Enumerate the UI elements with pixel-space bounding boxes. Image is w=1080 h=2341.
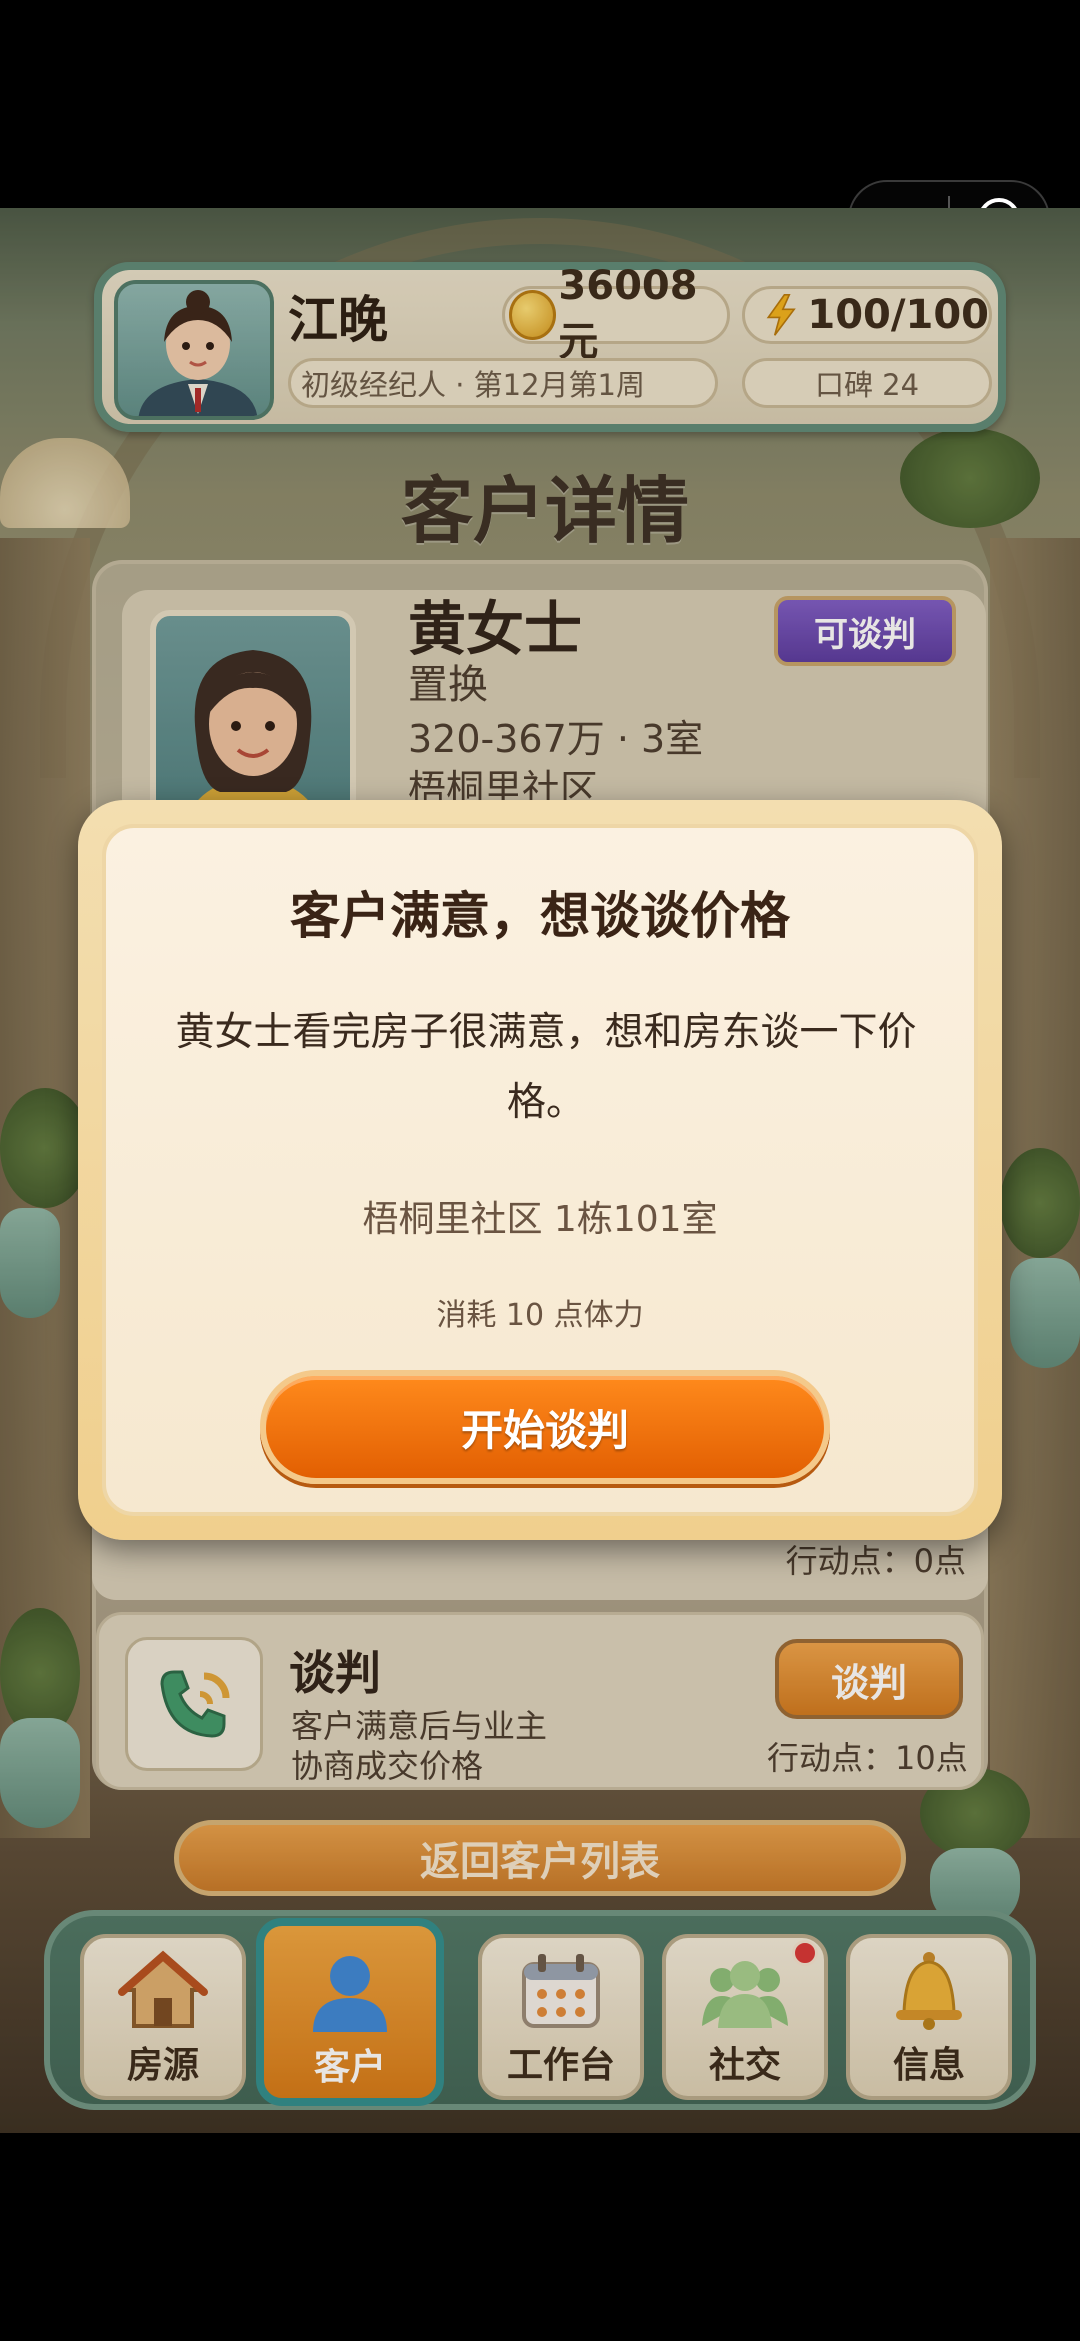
reputation-label: 口碑 24: [742, 358, 992, 408]
negotiate-desc-line2: 协商成交价格: [291, 1747, 484, 1785]
negotiate-action-points: 行动点：10点: [767, 1739, 968, 1777]
energy-value: 100/100: [807, 292, 989, 338]
bottom-nav: 房源 客户 工作台 社交 信息: [44, 1910, 1036, 2110]
screen: •●•: [0, 0, 1080, 2341]
nav-item-workbench[interactable]: 工作台: [478, 1934, 644, 2100]
person-icon: [313, 1956, 387, 2032]
plant-decoration: [0, 1088, 90, 1208]
vase-decoration: [0, 1208, 60, 1318]
vase-decoration: [0, 1718, 80, 1828]
player-status-bar: 江晚 36008元 100/100 初级经纪人 · 第12月第1周 口碑 24: [94, 262, 1006, 432]
nav-label: 工作台: [506, 2045, 615, 2086]
player-avatar[interactable]: [114, 280, 274, 420]
dialog-title: 客户满意，想谈谈价格: [290, 887, 790, 945]
phone-negotiate-icon: [125, 1637, 263, 1771]
bell-icon: [896, 1952, 962, 2030]
dialog-message: 黄女士看完房子很满意，想和房东谈一下价格。: [175, 1010, 917, 1125]
nav-label: 房源: [126, 2045, 199, 2086]
negotiate-title: 谈判: [289, 1646, 381, 1700]
house-icon: [118, 1950, 208, 2028]
nav-item-listings[interactable]: 房源: [80, 1934, 246, 2100]
coin-value: 36008元: [558, 263, 698, 365]
nav-label: 客户: [313, 2047, 386, 2088]
energy-counter: 100/100: [742, 286, 992, 344]
back-to-client-list-button[interactable]: 返回客户列表: [174, 1820, 906, 1896]
coin-icon: [509, 290, 557, 340]
nav-item-clients[interactable]: 客户: [256, 1918, 444, 2106]
client-type: 置换: [408, 662, 488, 708]
dialog-address: 梧桐里社区 1栋101室: [362, 1199, 718, 1240]
rank-week-label: 初级经纪人 · 第12月第1周: [288, 358, 718, 408]
negotiate-action-row: 谈判 客户满意后与业主 协商成交价格 谈判 行动点：10点: [96, 1612, 984, 1790]
lightning-icon: [766, 293, 796, 336]
page-title: 客户详情: [400, 469, 689, 553]
plant-decoration: [1000, 1148, 1080, 1258]
player-name: 江晚: [288, 291, 388, 349]
coin-counter: 36008元: [502, 263, 730, 365]
client-budget: 320-367万 · 3室: [408, 717, 704, 761]
calendar-icon: [522, 1954, 600, 2028]
dialog-body: 客户满意，想谈谈价格 黄女士看完房子很满意，想和房东谈一下价格。 梧桐里社区 1…: [102, 824, 978, 1516]
nav-label: 社交: [708, 2045, 781, 2086]
nav-item-messages[interactable]: 信息: [846, 1934, 1012, 2100]
negotiate-button[interactable]: 谈判: [775, 1639, 963, 1719]
vase-decoration: [1010, 1258, 1080, 1368]
negotiation-prompt-dialog: 客户满意，想谈谈价格 黄女士看完房子很满意，想和房东谈一下价格。 梧桐里社区 1…: [78, 800, 1002, 1540]
nav-item-social[interactable]: 社交: [662, 1934, 828, 2100]
negotiable-status-badge: 可谈判: [774, 596, 956, 666]
group-icon: [702, 1961, 788, 2028]
nav-label: 信息: [892, 2045, 965, 2086]
action-points-label: 行动点：0点: [785, 1542, 966, 1580]
start-negotiation-button[interactable]: 开始谈判: [260, 1370, 830, 1484]
dialog-energy-cost: 消耗 10 点体力: [436, 1298, 644, 1333]
notification-dot: [792, 1940, 818, 1966]
